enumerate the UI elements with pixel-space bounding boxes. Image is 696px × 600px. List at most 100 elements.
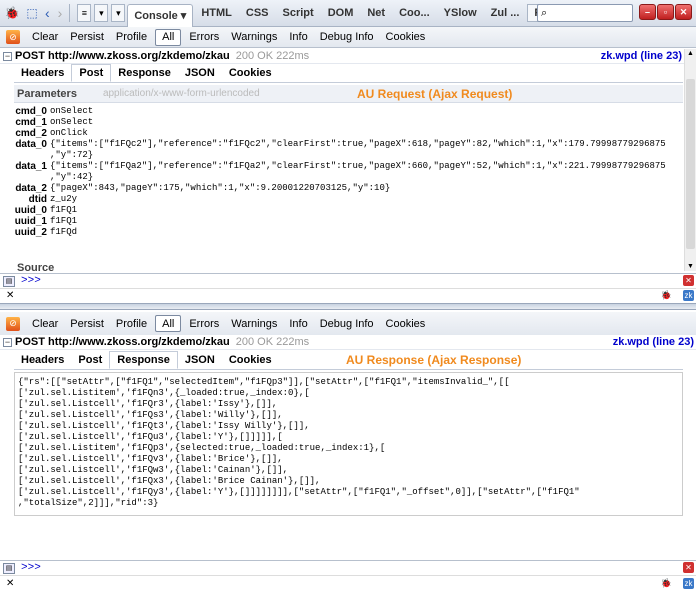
status-bar: ✕ bbox=[0, 575, 696, 591]
firebug-status-icon[interactable]: 🐞 bbox=[661, 578, 672, 589]
console-toolbar: ⊘ Clear Persist Profile All Errors Warni… bbox=[0, 27, 696, 48]
scrollbar[interactable]: ▲ ▼ bbox=[684, 49, 696, 271]
param-row: uuid_1 f1FQ1 bbox=[14, 216, 78, 227]
tab-net[interactable]: Net bbox=[361, 2, 391, 24]
param-row: data_0 {"items":["f1FQc2"],"reference":"f… bbox=[15, 139, 666, 160]
request-status: 200 OK 222ms bbox=[235, 336, 310, 348]
panel-menu-icon[interactable]: ▾ bbox=[111, 4, 126, 22]
tab-zul[interactable]: Zul ... bbox=[485, 2, 526, 24]
command-editor-icon[interactable]: ▤ bbox=[3, 562, 15, 574]
profile-button[interactable]: Profile bbox=[110, 315, 153, 332]
command-editor-icon[interactable]: ▤ bbox=[3, 275, 15, 287]
profile-button[interactable]: Profile bbox=[110, 29, 153, 46]
param-row: uuid_2 f1FQd bbox=[14, 227, 78, 238]
subtab-json[interactable]: JSON bbox=[178, 352, 222, 368]
clear-button[interactable]: Clear bbox=[26, 29, 64, 46]
param-row: cmd_2 onClick bbox=[15, 128, 88, 139]
tab-cookies[interactable]: Coo... bbox=[393, 2, 436, 24]
close-icon[interactable]: ✕ bbox=[675, 4, 692, 20]
dropdown-icon[interactable]: ▾ bbox=[94, 4, 109, 22]
firebug-icon[interactable]: 🐞 bbox=[4, 5, 20, 21]
collapse-icon[interactable]: − bbox=[3, 51, 12, 61]
close-firebug-icon[interactable]: ✕ bbox=[6, 290, 14, 301]
forward-icon[interactable]: › bbox=[55, 4, 66, 22]
request-source-link[interactable]: zk.wpd (line 23) bbox=[601, 50, 682, 62]
subtab-cookies[interactable]: Cookies bbox=[222, 352, 279, 368]
request-url[interactable]: POST http://www.zkoss.org/zkdemo/zkau bbox=[15, 336, 230, 348]
request-log-entry[interactable]: − POST http://www.zkoss.org/zkdemo/zkau … bbox=[0, 49, 696, 64]
filter-debug-button[interactable]: Debug Info bbox=[314, 29, 380, 46]
search-input[interactable]: ⌕ bbox=[537, 4, 633, 22]
scroll-down-icon[interactable]: ▼ bbox=[687, 263, 694, 270]
scroll-up-icon[interactable]: ▲ bbox=[687, 50, 694, 57]
param-row: cmd_1 onSelect bbox=[15, 117, 94, 128]
tab-script[interactable]: Script bbox=[277, 2, 320, 24]
filter-errors-button[interactable]: Errors bbox=[183, 315, 225, 332]
filter-all-button[interactable]: All bbox=[155, 28, 182, 46]
subtab-response[interactable]: Response bbox=[109, 351, 178, 369]
status-bar: ✕ bbox=[0, 288, 696, 302]
param-row: cmd_0 onSelect bbox=[15, 106, 94, 117]
subtab-json[interactable]: JSON bbox=[178, 65, 222, 81]
tab-console[interactable]: Console ▾ bbox=[127, 3, 194, 27]
parameters-header: Parameters application/x-www-form-urlenc… bbox=[14, 85, 683, 103]
scrollbar-thumb[interactable] bbox=[686, 79, 695, 249]
request-status: 200 OK 222ms bbox=[235, 50, 310, 62]
clear-icon[interactable]: ⊘ bbox=[6, 30, 20, 44]
response-subtabs: Headers Post Response JSON Cookies bbox=[14, 350, 279, 370]
error-icon[interactable]: ✕ bbox=[683, 275, 694, 286]
close-firebug-icon[interactable]: ✕ bbox=[6, 578, 14, 589]
request-subtabs: Headers Post Response JSON Cookies bbox=[14, 63, 279, 83]
filter-info-button[interactable]: Info bbox=[283, 29, 313, 46]
parameters-title: Parameters bbox=[17, 87, 77, 100]
clear-button[interactable]: Clear bbox=[26, 315, 64, 332]
parameters-list: cmd_0 onSelect cmd_1 onSelect cmd_2 onClick… bbox=[14, 106, 674, 238]
request-url[interactable]: POST http://www.zkoss.org/zkdemo/zkau bbox=[15, 50, 230, 62]
tab-html[interactable]: HTML bbox=[195, 2, 238, 24]
minimize-icon[interactable]: – bbox=[639, 4, 656, 20]
command-line[interactable]: ▤ >>> bbox=[0, 273, 696, 288]
param-row: data_2 {"pageX":843,"pageY":175,"which":1… bbox=[15, 183, 391, 194]
window-controls: – ▫ ✕ bbox=[639, 4, 693, 20]
tab-yslow[interactable]: YSlow bbox=[438, 2, 483, 24]
detach-icon[interactable]: ▫ bbox=[657, 4, 674, 20]
panel-divider[interactable] bbox=[0, 303, 696, 310]
subtab-post[interactable]: Post bbox=[71, 64, 112, 82]
search-icon: ⌕ bbox=[541, 6, 548, 19]
subtab-cookies[interactable]: Cookies bbox=[222, 65, 279, 81]
subtab-headers[interactable]: Headers bbox=[14, 65, 71, 81]
param-row: data_1 {"items":["f1FQa2"],"reference":"f… bbox=[15, 161, 666, 182]
param-row: dtid z_u2y bbox=[28, 194, 78, 205]
persist-button[interactable]: Persist bbox=[64, 315, 110, 332]
filter-cookies-button[interactable]: Cookies bbox=[380, 315, 432, 332]
filter-all-button[interactable]: All bbox=[155, 315, 182, 332]
filter-info-button[interactable]: Info bbox=[283, 315, 313, 332]
tab-dom[interactable]: DOM bbox=[322, 2, 360, 24]
firebug-status-icon[interactable]: 🐞 bbox=[661, 290, 672, 301]
persist-button[interactable]: Persist bbox=[64, 29, 110, 46]
collapse-icon[interactable]: − bbox=[3, 337, 12, 347]
command-line[interactable]: ▤ >>> bbox=[0, 560, 696, 575]
tab-css[interactable]: CSS bbox=[240, 2, 275, 24]
subtab-response[interactable]: Response bbox=[111, 65, 178, 81]
filter-debug-button[interactable]: Debug Info bbox=[314, 315, 380, 332]
zk-icon[interactable]: zk bbox=[683, 578, 694, 589]
filter-errors-button[interactable]: Errors bbox=[183, 29, 225, 46]
filter-cookies-button[interactable]: Cookies bbox=[380, 29, 432, 46]
menu-icon[interactable]: ≡ bbox=[77, 4, 92, 22]
error-icon[interactable]: ✕ bbox=[683, 562, 694, 573]
back-icon[interactable]: ‹ bbox=[42, 4, 53, 22]
inspect-icon[interactable]: ⬚ bbox=[24, 5, 40, 21]
response-annotation: AU Response (Ajax Response) bbox=[346, 353, 522, 367]
subtab-headers[interactable]: Headers bbox=[14, 352, 71, 368]
command-prompt: >>> bbox=[21, 562, 41, 574]
clear-icon[interactable]: ⊘ bbox=[6, 316, 20, 331]
filter-warnings-button[interactable]: Warnings bbox=[225, 29, 283, 46]
filter-warnings-button[interactable]: Warnings bbox=[225, 315, 283, 332]
subtab-post[interactable]: Post bbox=[71, 352, 109, 368]
content-type: application/x-www-form-urlencoded bbox=[102, 88, 260, 99]
request-source-link[interactable]: zk.wpd (line 23) bbox=[613, 336, 694, 348]
response-log-entry[interactable]: − POST http://www.zkoss.org/zkdemo/zkau … bbox=[0, 335, 696, 350]
zk-icon[interactable]: zk bbox=[683, 290, 694, 301]
command-prompt: >>> bbox=[21, 275, 41, 287]
